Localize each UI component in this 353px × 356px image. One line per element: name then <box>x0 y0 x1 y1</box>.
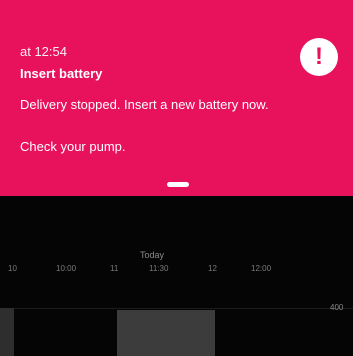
screen: at 12:54 Insert battery Delivery stopped… <box>0 0 353 356</box>
history-block <box>0 308 14 356</box>
alert-message: Delivery stopped. Insert a new battery n… <box>20 97 269 112</box>
time-label: 12 <box>208 264 217 273</box>
grid-line <box>0 308 353 309</box>
timeline-chart[interactable]: Today 10 10:00 11 11:30 12 12:00 400 <box>0 196 353 356</box>
today-label: Today <box>140 250 165 260</box>
drag-handle[interactable] <box>167 182 189 187</box>
y-axis-value: 400 <box>330 303 344 312</box>
exclamation-icon: ! <box>300 38 338 76</box>
time-label: 10:00 <box>56 264 77 273</box>
time-label: 10 <box>8 264 17 273</box>
alert-banner[interactable]: at 12:54 Insert battery Delivery stopped… <box>0 0 353 196</box>
time-label: 11 <box>110 264 119 273</box>
time-label: 11:30 <box>149 264 169 273</box>
history-block <box>117 310 215 356</box>
alert-action-text: Check your pump. <box>20 139 126 154</box>
time-label: 12:00 <box>251 264 272 273</box>
alert-title: Insert battery <box>20 66 103 81</box>
time-axis: 10 10:00 11 11:30 12 12:00 <box>0 264 353 278</box>
exclamation-glyph: ! <box>315 43 323 70</box>
alert-time: at 12:54 <box>20 44 67 59</box>
